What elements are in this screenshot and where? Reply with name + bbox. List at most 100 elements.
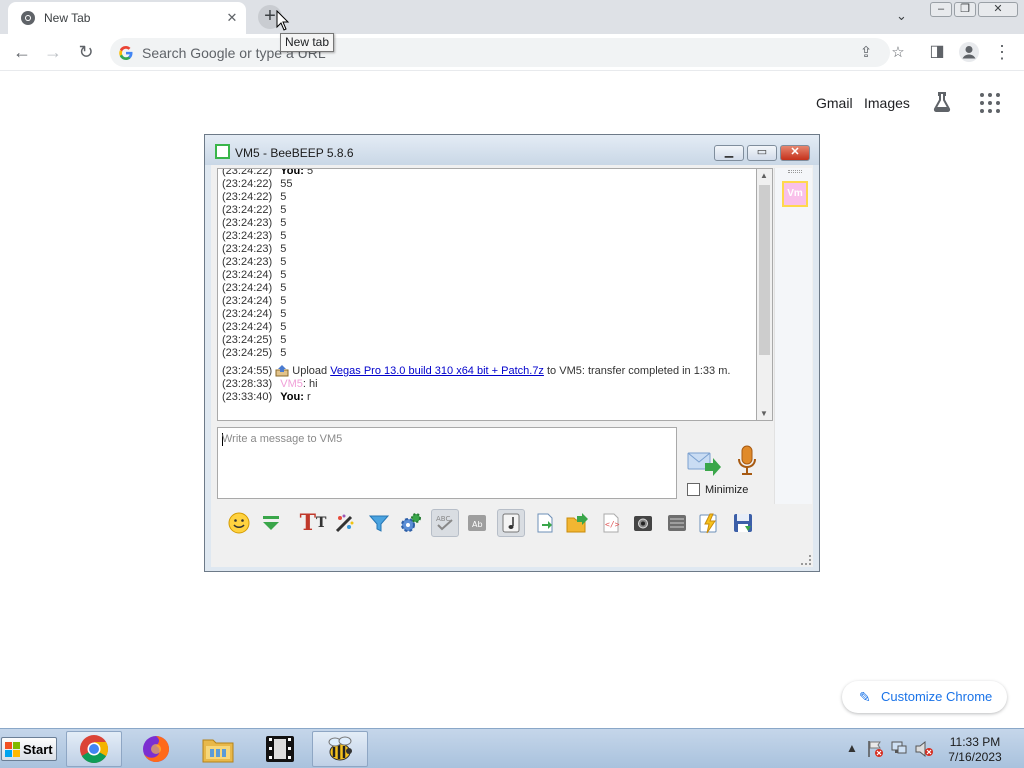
chat-timestamp: (23:33:40) (222, 391, 273, 403)
tab-new-tab[interactable]: New Tab ✕ (8, 2, 246, 34)
chat-timestamp: (23:24:24) (222, 308, 273, 320)
chat-message-row: (23:24:25) 5 (222, 334, 286, 347)
window-close-button[interactable]: ✕ (978, 2, 1018, 17)
windows-logo-icon (5, 742, 20, 757)
chat-message-row: (23:24:25) 5 (222, 347, 286, 360)
beebeep-maximize-button[interactable]: ▭ (747, 145, 777, 161)
window-minimize-button[interactable]: – (930, 2, 952, 17)
svg-text:Ab: Ab (472, 520, 483, 529)
beebeep-minimize-button[interactable]: ▁ (714, 145, 744, 161)
browser-toolbar: ← → ↻ Search Google or type a URL ⇪ ☆ ◨ … (0, 34, 1024, 71)
share-icon[interactable]: ⇪ (855, 42, 877, 64)
film-strip-icon (266, 736, 294, 762)
scroll-down-icon[interactable]: ▼ (760, 409, 768, 418)
customize-chrome-label: Customize Chrome (881, 689, 993, 704)
chrome-menu-icon[interactable]: ⋮ (990, 40, 1014, 64)
font-icon[interactable]: TT (299, 509, 327, 537)
chrome-favicon-icon (21, 11, 35, 25)
taskbar-beebeep[interactable] (312, 731, 368, 767)
omnibox[interactable]: Search Google or type a URL ⇪ ☆ (110, 38, 905, 67)
settings-gears-icon[interactable] (397, 509, 425, 537)
beebeep-title: VM5 - BeeBEEP 5.8.6 (235, 146, 354, 160)
profile-avatar-icon[interactable] (958, 41, 980, 63)
send-file-icon[interactable] (563, 509, 591, 537)
svg-text:</>: </> (605, 520, 620, 529)
chat-message-row: (23:24:22) You: 5 (222, 168, 313, 178)
show-hidden-icons-icon[interactable]: ▲ (846, 741, 858, 755)
chat-message-row: (23:24:22) 5 (222, 204, 286, 217)
reload-icon[interactable]: ↻ (74, 40, 98, 64)
word-completion-icon[interactable]: Ab (463, 509, 491, 537)
taskbar-chrome[interactable] (66, 731, 122, 767)
start-button[interactable]: Start (1, 737, 57, 761)
microphone-icon[interactable] (735, 445, 759, 477)
tab-search-icon[interactable]: ⌄ (896, 8, 907, 24)
resize-grip[interactable] (801, 555, 811, 565)
mouse-cursor-icon (276, 10, 290, 31)
chat-scrollbar[interactable]: ▲ ▼ (757, 168, 773, 421)
bookmark-star-icon[interactable]: ☆ (887, 42, 909, 64)
tab-title: New Tab (44, 11, 91, 25)
filter-icon[interactable] (365, 509, 393, 537)
chat-timestamp: (23:24:25) (222, 334, 273, 346)
tab-close-icon[interactable]: ✕ (224, 10, 240, 26)
taskbar-clock[interactable]: 11:33 PM 7/16/2023 (940, 735, 1010, 765)
gmail-link[interactable]: Gmail (816, 95, 853, 111)
upload-file-link[interactable]: Vegas Pro 13.0 build 310 x64 bit + Patch… (330, 365, 544, 377)
chat-message-body: VM5: hi (280, 378, 317, 390)
scroll-up-icon[interactable]: ▲ (760, 171, 768, 180)
send-message-icon[interactable] (687, 449, 721, 477)
chat-text: r (306, 391, 311, 403)
volume-muted-icon[interactable] (914, 740, 934, 758)
chat-log[interactable]: (23:24:22) You: 5 (23:24:22) 55 (23:24:22)… (217, 168, 757, 421)
panel-grip[interactable] (788, 170, 802, 173)
chat-text: : hi (302, 378, 318, 390)
taskbar-video-editor[interactable] (252, 731, 308, 767)
clock-date: 7/16/2023 (948, 750, 1002, 764)
minimize-checkbox[interactable] (687, 483, 700, 496)
chat-timestamp: (23:24:24) (222, 282, 273, 294)
forward-arrow-icon[interactable]: → (41, 40, 65, 64)
taskbar-file-explorer[interactable] (190, 731, 246, 767)
chat-timestamp: (23:24:55) (222, 365, 273, 377)
sound-notification-icon[interactable] (497, 509, 525, 537)
labs-flask-icon[interactable] (930, 90, 954, 114)
beebeep-titlebar[interactable]: VM5 - BeeBEEP 5.8.6 ▁ ▭ ✕ (205, 135, 819, 165)
new-tab-tooltip: New tab (280, 33, 335, 52)
vm5-avatar[interactable]: Vm (782, 181, 808, 207)
images-link[interactable]: Images (864, 95, 910, 111)
side-panel-icon[interactable]: ◨ (925, 40, 949, 64)
html-source-icon[interactable]: </> (597, 509, 625, 537)
back-arrow-icon[interactable]: ← (10, 40, 34, 64)
font-color-icon[interactable] (331, 509, 359, 537)
network-icon[interactable] (890, 740, 908, 758)
chat-timestamp: (23:24:24) (222, 321, 273, 333)
scrollbar-thumb[interactable] (759, 185, 770, 355)
clear-chat-icon[interactable] (663, 509, 691, 537)
beebeep-close-button[interactable]: ✕ (780, 145, 810, 161)
chat-timestamp: (23:24:22) (222, 168, 273, 177)
chat-message-row: (23:33:40) You: r (222, 391, 311, 404)
window-restore-button[interactable]: ❐ (954, 2, 976, 17)
chat-timestamp: (23:24:22) (222, 178, 273, 190)
save-disk-icon[interactable] (729, 509, 757, 537)
save-chat-icon[interactable] (531, 509, 559, 537)
chat-text: 55 (280, 178, 293, 190)
emoticon-icon[interactable] (225, 509, 253, 537)
chat-message-row: (23:24:24) 5 (222, 321, 286, 334)
expand-arrow-icon[interactable] (257, 509, 285, 537)
taskbar-firefox[interactable] (128, 731, 184, 767)
chat-timestamp: (23:24:24) (222, 295, 273, 307)
google-apps-icon[interactable] (980, 93, 1000, 113)
spellcheck-icon[interactable]: ABC (431, 509, 459, 537)
chat-text: 5 (280, 282, 287, 294)
flag-alert-icon[interactable] (866, 740, 884, 758)
chat-sender-vm5: VM5 (280, 378, 303, 390)
chrome-icon (80, 735, 108, 763)
chat-timestamp: (23:28:33) (222, 378, 273, 390)
chat-message-row: (23:24:23) 5 (222, 230, 286, 243)
customize-chrome-button[interactable]: ✎ Customize Chrome (842, 681, 1007, 713)
screenshot-camera-icon[interactable] (629, 509, 657, 537)
buzz-icon[interactable] (695, 509, 723, 537)
message-input[interactable]: Write a message to VM5 (217, 427, 677, 499)
